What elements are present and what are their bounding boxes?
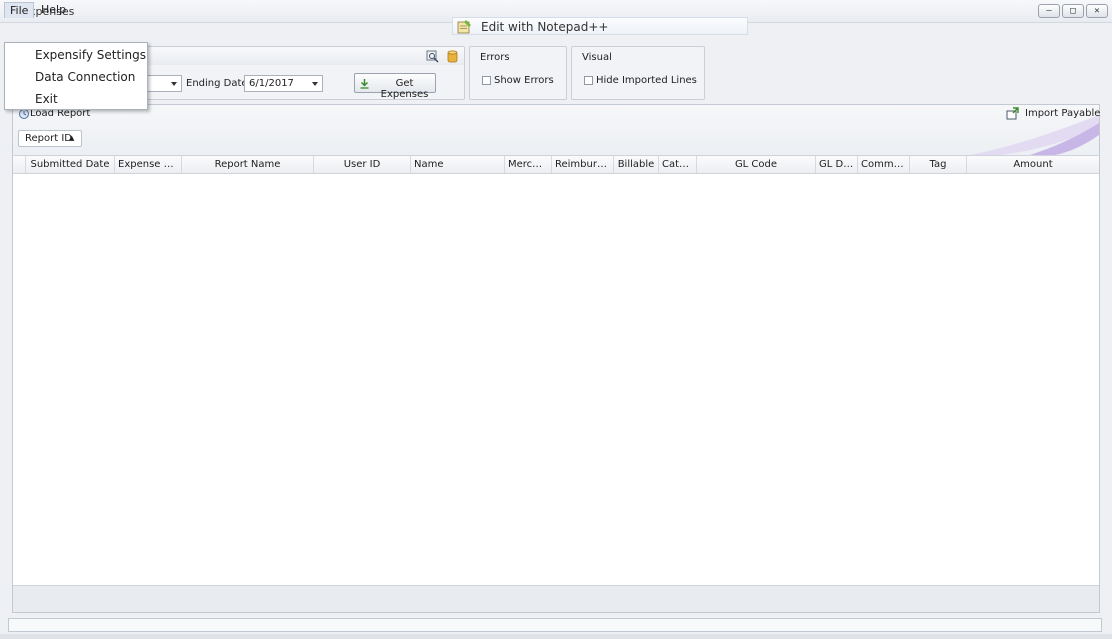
show-errors-label: Show Errors bbox=[494, 75, 554, 86]
get-expenses-label: Get Expenses bbox=[380, 78, 429, 100]
column-header[interactable]: Submitted Date bbox=[26, 156, 115, 173]
group-by-label: Report ID bbox=[25, 133, 72, 144]
column-header[interactable]: GL De... bbox=[816, 156, 858, 173]
file-menu-dropdown: Expensify Settings Data Connection Exit bbox=[4, 42, 148, 110]
hide-imported-label: Hide Imported Lines bbox=[596, 75, 697, 86]
get-expenses-button[interactable]: Get Expenses bbox=[354, 73, 436, 100]
import-payable-label: Import Payable bbox=[1025, 108, 1101, 119]
menu-item-data-connection[interactable]: Data Connection bbox=[35, 70, 135, 84]
menu-item-expensify-settings[interactable]: Expensify Settings bbox=[35, 48, 146, 62]
status-bar bbox=[8, 618, 1102, 632]
ending-date-combo[interactable]: 6/1/2017 bbox=[244, 75, 323, 92]
grid-body[interactable] bbox=[13, 174, 1099, 585]
column-header[interactable]: Name bbox=[411, 156, 505, 173]
notepad-tooltip: Edit with Notepad++ bbox=[452, 17, 748, 35]
column-header[interactable]: Comments bbox=[858, 156, 910, 173]
download-icon bbox=[360, 79, 369, 89]
chevron-down-icon bbox=[171, 82, 177, 86]
column-header[interactable]: Tag bbox=[910, 156, 967, 173]
window-controls: — □ ✕ bbox=[1038, 4, 1108, 18]
minimize-button[interactable]: — bbox=[1038, 4, 1060, 18]
import-payable-button[interactable]: Import Payable bbox=[1006, 107, 1100, 121]
database-icon[interactable] bbox=[447, 50, 458, 63]
menu-help[interactable]: Help bbox=[36, 2, 71, 18]
hide-imported-checkbox[interactable] bbox=[584, 76, 593, 85]
bottom-strip bbox=[0, 634, 1112, 639]
close-button[interactable]: ✕ bbox=[1086, 4, 1108, 18]
column-header[interactable]: Billable bbox=[614, 156, 659, 173]
menu-item-exit[interactable]: Exit bbox=[35, 92, 58, 106]
notepad-icon bbox=[457, 20, 471, 34]
maximize-button[interactable]: □ bbox=[1062, 4, 1084, 18]
grid-footer bbox=[13, 585, 1099, 612]
notepad-tooltip-text: Edit with Notepad++ bbox=[481, 20, 609, 34]
column-header[interactable]: Merchant bbox=[505, 156, 552, 173]
ending-date-value: 6/1/2017 bbox=[249, 78, 294, 89]
starting-date-combo[interactable] bbox=[144, 75, 182, 92]
column-header[interactable]: User ID bbox=[314, 156, 411, 173]
import-icon bbox=[1006, 107, 1019, 120]
chevron-down-icon bbox=[312, 82, 318, 86]
search-icon[interactable] bbox=[426, 50, 439, 63]
row-indicator-header bbox=[13, 156, 26, 173]
report-panel-header bbox=[13, 105, 1099, 155]
menu-file[interactable]: File bbox=[4, 2, 35, 18]
sort-asc-icon: ▲ bbox=[69, 134, 75, 142]
ending-date-label: Ending Date: bbox=[186, 78, 251, 89]
decorative-swoosh bbox=[970, 115, 1099, 155]
column-header[interactable]: Cate... bbox=[659, 156, 697, 173]
errors-group-title: Errors bbox=[480, 52, 510, 63]
show-errors-checkbox[interactable] bbox=[482, 76, 491, 85]
column-header[interactable]: Amount bbox=[967, 156, 1099, 173]
column-header[interactable]: Reimbursa... bbox=[552, 156, 614, 173]
column-header[interactable]: GL Code bbox=[697, 156, 816, 173]
visual-group-title: Visual bbox=[582, 52, 612, 63]
column-header[interactable]: Expense Date bbox=[115, 156, 182, 173]
grid-header: Submitted Date Expense Date Report Name … bbox=[13, 155, 1099, 174]
column-header[interactable]: Report Name bbox=[182, 156, 314, 173]
group-by-report-id[interactable]: Report ID ▲ bbox=[18, 130, 82, 147]
